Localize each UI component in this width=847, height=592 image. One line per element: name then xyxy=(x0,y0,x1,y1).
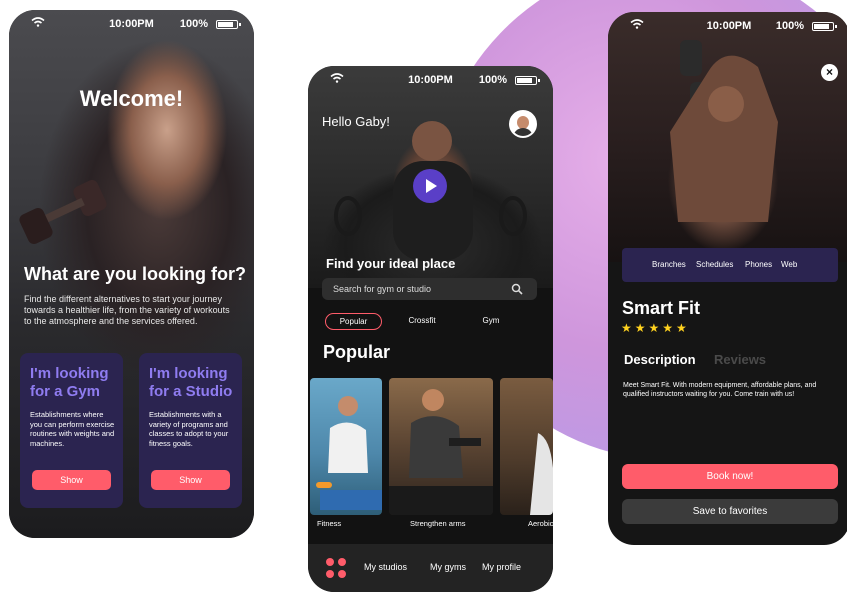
search-icon[interactable] xyxy=(511,283,523,295)
welcome-title: Welcome! xyxy=(79,86,184,111)
gym-card-text: Establishments where you can perform exe… xyxy=(30,410,115,448)
status-bar: 10:00PM 100% xyxy=(9,10,254,36)
book-now-button[interactable]: Book now! xyxy=(622,464,838,489)
fitness-photo xyxy=(316,396,382,510)
battery-percent: 100% xyxy=(478,74,507,86)
aerobic-photo xyxy=(530,433,553,515)
tile-label-aerobic: Aerobic xyxy=(528,519,553,528)
studio-card-title: I'm looking for a Studio xyxy=(149,365,233,400)
menu-dots-icon[interactable] xyxy=(326,558,348,580)
studio-card[interactable]: I'm looking for a Studio Establishments … xyxy=(139,353,242,508)
nav-my-studios[interactable]: My studios xyxy=(364,562,407,572)
tab-phones[interactable]: Phones xyxy=(745,260,772,269)
save-favorites-button[interactable]: Save to favorites xyxy=(622,499,838,524)
battery-percent: 100% xyxy=(179,18,208,30)
detail-hero-photo xyxy=(608,12,847,262)
athlete-photo xyxy=(670,40,778,222)
gym-card[interactable]: I'm looking for a Gym Establishments whe… xyxy=(20,353,123,508)
greeting: Hello Gaby! xyxy=(322,114,390,129)
status-bar: 10:00PM 100% xyxy=(608,12,847,38)
gym-description: Meet Smart Fit. With modern equipment, a… xyxy=(623,382,817,398)
tile-label-strengthen-arms: Strengthen arms xyxy=(410,519,466,528)
detail-phone: 10:00PM 100% × Branches Schedules Phones… xyxy=(608,12,847,545)
close-icon[interactable]: × xyxy=(821,64,838,81)
tab-branches[interactable]: Branches xyxy=(652,260,686,269)
show-gym-button[interactable]: Show xyxy=(32,470,111,490)
welcome-description: Find the different alternatives to start… xyxy=(24,294,230,326)
search-placeholder: Search for gym or studio xyxy=(333,284,432,294)
tile-fitness[interactable] xyxy=(310,378,382,515)
tab-schedules[interactable]: Schedules xyxy=(696,260,733,269)
tab-web[interactable]: Web xyxy=(781,260,797,269)
showcase-stage: 10:00PM 100% Welcome! What are you looki… xyxy=(0,0,847,592)
avatar[interactable] xyxy=(509,110,537,138)
battery-percent: 100% xyxy=(775,20,804,32)
dumbbell-image xyxy=(19,180,107,245)
studio-card-text: Establishments with a variety of program… xyxy=(149,410,229,448)
strengthen-arms-photo xyxy=(389,389,493,515)
chip-popular[interactable]: Popular xyxy=(325,313,382,330)
nav-my-gyms[interactable]: My gyms xyxy=(430,562,466,572)
chip-crossfit[interactable]: Crossfit xyxy=(402,313,442,330)
gym-card-title: I'm looking for a Gym xyxy=(30,365,109,400)
detail-tabs: Branches Schedules Phones Web xyxy=(622,248,838,282)
popular-heading: Popular xyxy=(323,342,391,362)
battery-icon xyxy=(515,76,540,85)
find-headline: Find your ideal place xyxy=(326,256,456,271)
tab-reviews[interactable]: Reviews xyxy=(714,352,766,367)
rating-stars: ★★★★★ xyxy=(621,321,690,335)
welcome-phone: 10:00PM 100% Welcome! What are you looki… xyxy=(9,10,254,538)
tab-description[interactable]: Description xyxy=(624,352,696,367)
nav-my-profile[interactable]: My profile xyxy=(482,562,521,572)
search-input[interactable]: Search for gym or studio xyxy=(322,278,537,300)
gym-name: Smart Fit xyxy=(622,298,701,318)
tile-label-fitness: Fitness xyxy=(317,519,342,528)
looking-for-heading: What are you looking for? xyxy=(24,264,247,284)
chip-gym[interactable]: Gym xyxy=(476,313,506,330)
tile-aerobic[interactable] xyxy=(500,378,553,515)
bottom-nav: My studios My gyms My profile xyxy=(308,544,553,592)
tile-strengthen-arms[interactable] xyxy=(389,378,493,515)
status-bar: 10:00PM 100% xyxy=(308,66,553,92)
battery-icon xyxy=(216,20,241,29)
home-phone: 10:00PM 100% Hello Gaby! Find your ideal… xyxy=(308,66,553,592)
battery-icon xyxy=(812,22,837,31)
play-icon[interactable] xyxy=(413,169,447,203)
show-studio-button[interactable]: Show xyxy=(151,470,230,490)
